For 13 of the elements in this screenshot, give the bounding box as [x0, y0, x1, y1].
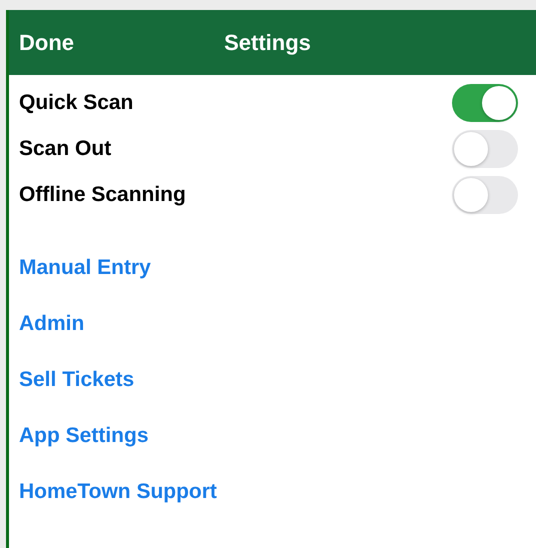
done-button[interactable]: Done	[19, 30, 74, 56]
setting-label: Scan Out	[19, 137, 112, 161]
screen-title: Settings	[224, 30, 311, 56]
menu-link[interactable]: HomeTown Support	[19, 464, 217, 520]
toggle-switch[interactable]	[452, 84, 518, 122]
toggle-switch[interactable]	[452, 130, 518, 168]
menu-link[interactable]: App Settings	[19, 408, 148, 464]
setting-label: Quick Scan	[19, 91, 134, 115]
menu-link[interactable]: Sell Tickets	[19, 352, 134, 408]
setting-label: Offline Scanning	[19, 183, 186, 207]
toggle-switch[interactable]	[452, 176, 518, 214]
menu-link[interactable]: Admin	[19, 296, 84, 352]
menu-link[interactable]: Manual Entry	[19, 240, 151, 296]
